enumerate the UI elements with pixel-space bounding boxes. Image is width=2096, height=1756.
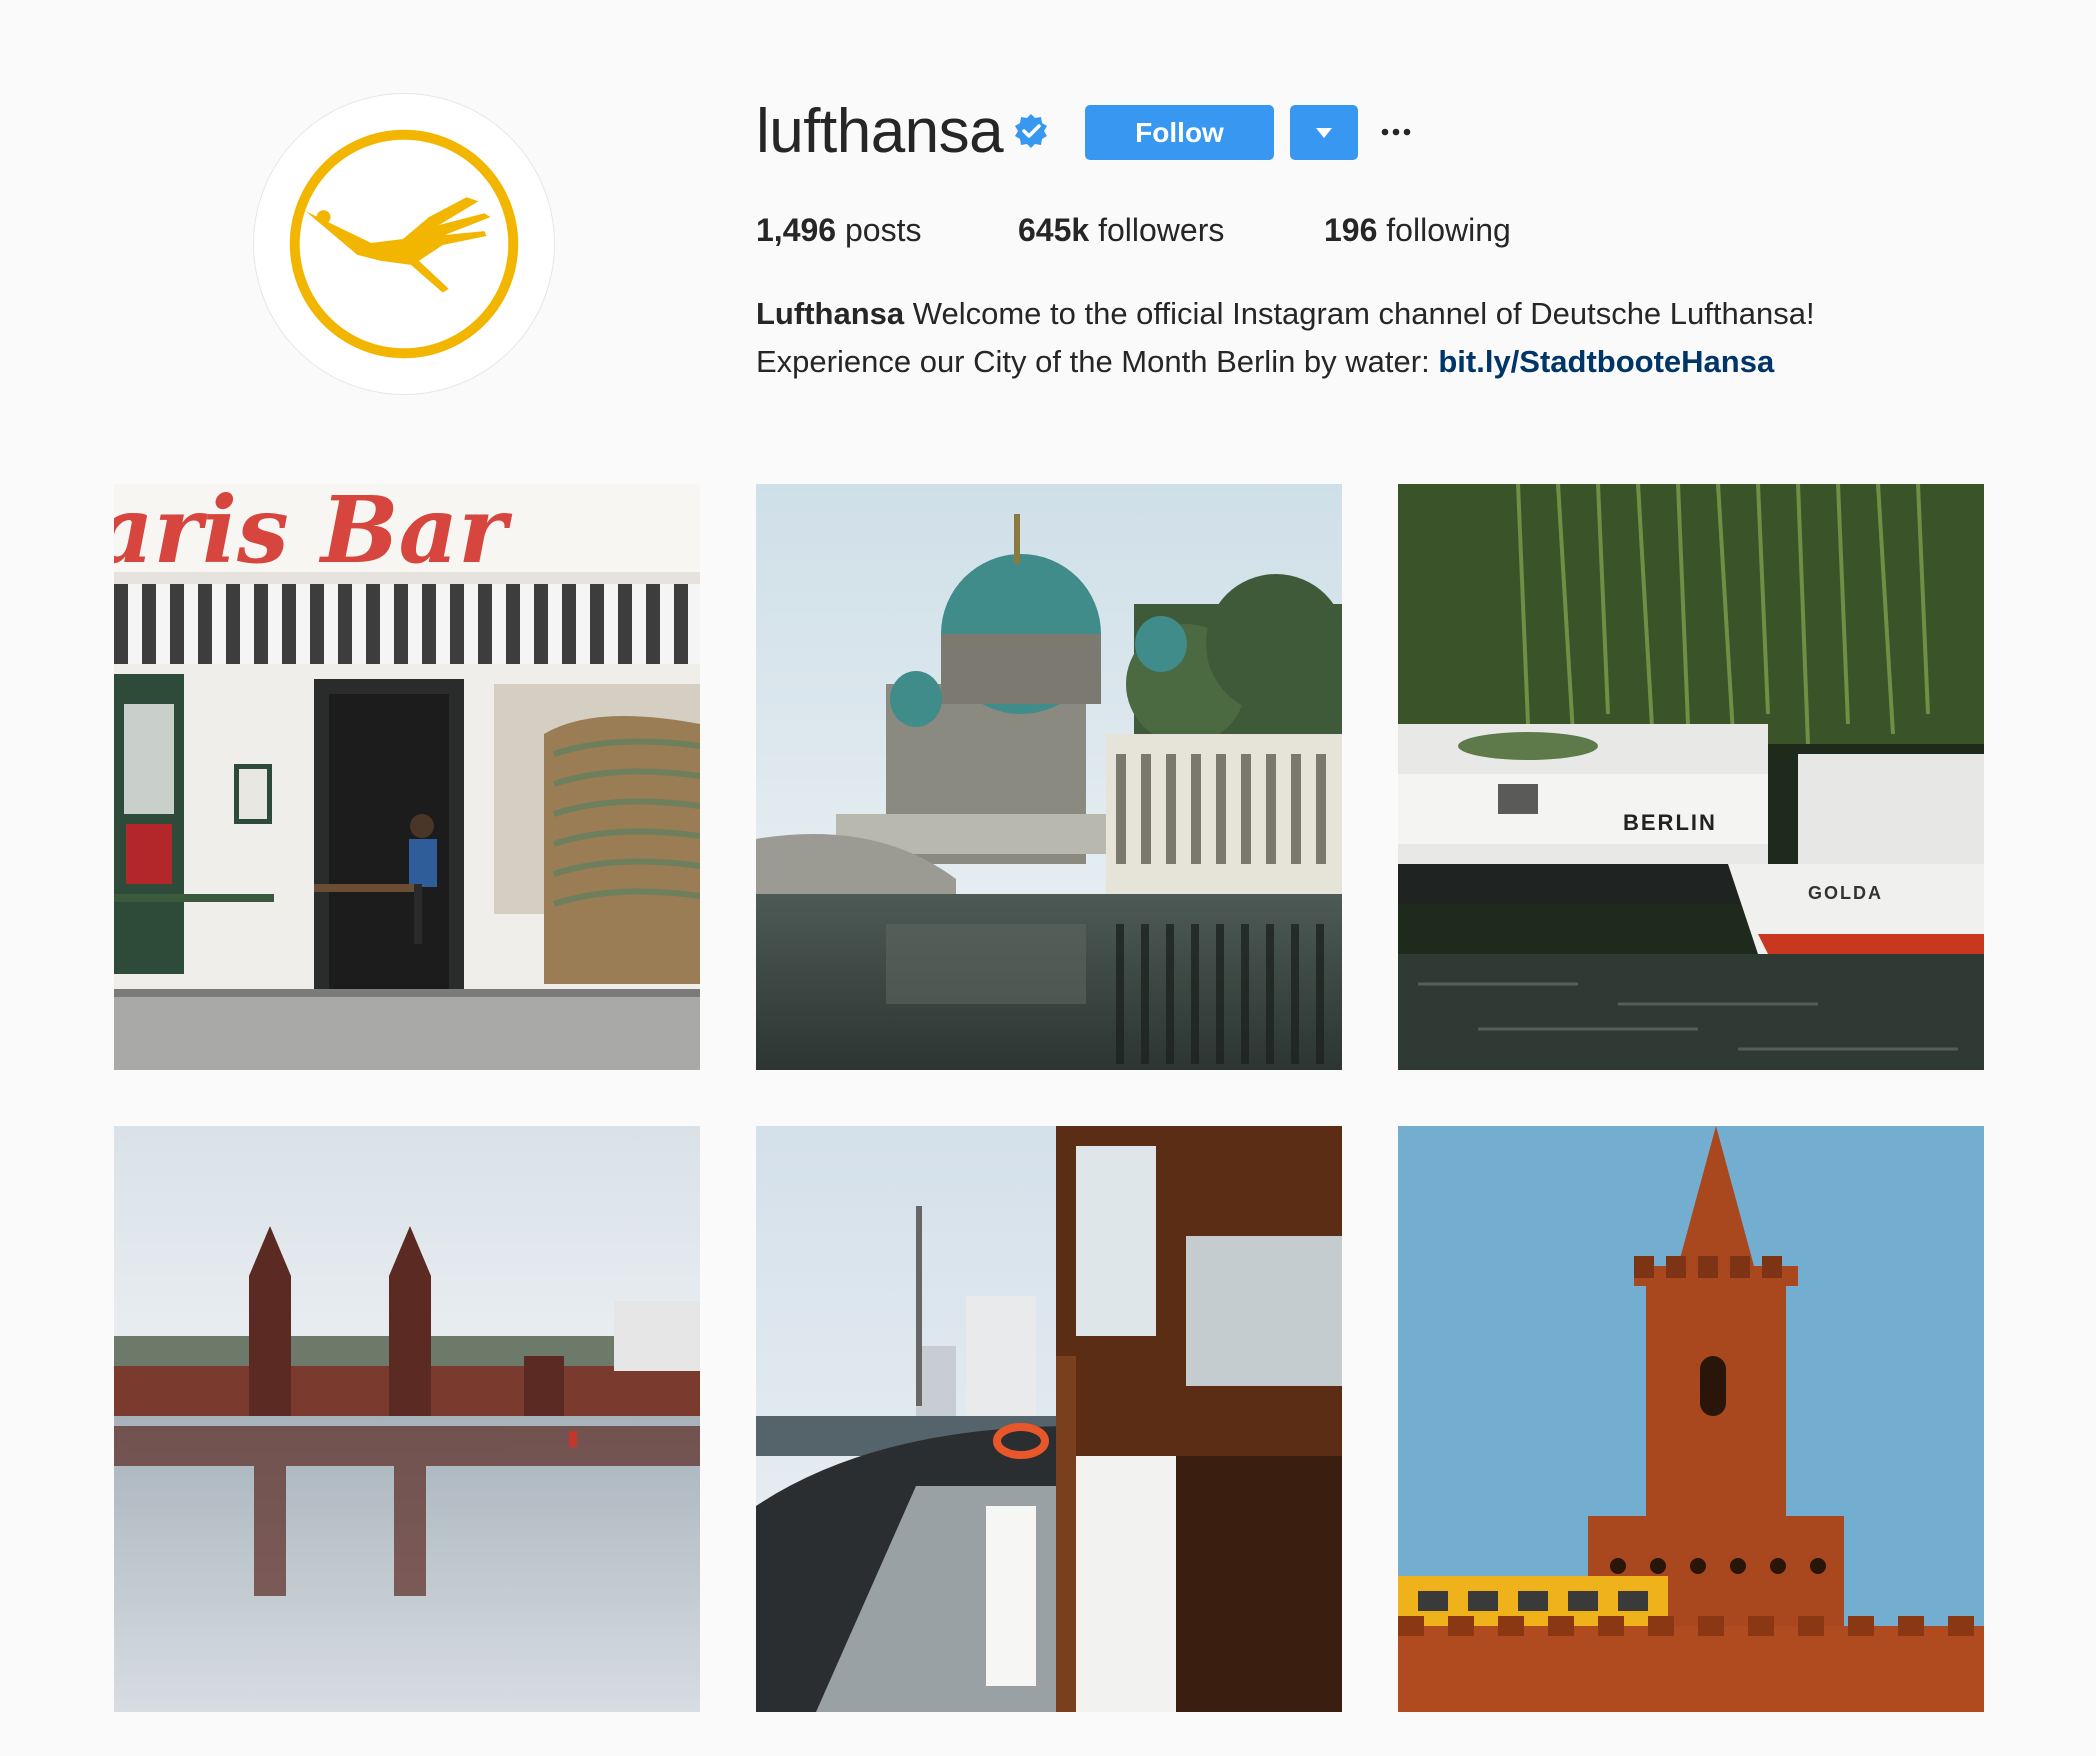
following-count-value: 196 <box>1324 212 1378 248</box>
lufthansa-crane-logo-icon <box>289 129 519 359</box>
profile-username: lufthansa <box>756 97 1004 166</box>
bio-line-2: Experience our City of the Month Berlin … <box>756 338 1815 386</box>
post-thumbnail-4[interactable] <box>114 1126 700 1712</box>
oberbaum-bridge-photo <box>114 1126 700 1712</box>
bio-link[interactable]: bit.ly/StadtbooteHansa <box>1438 344 1774 379</box>
posts-count-label: posts <box>844 212 922 248</box>
berlin-cathedral-photo <box>756 484 1342 1070</box>
post-thumbnail-2[interactable] <box>756 484 1342 1070</box>
suggested-dropdown-button[interactable] <box>1290 105 1358 160</box>
following-count[interactable]: 196 following <box>1324 208 1511 252</box>
paris-bar-photo: aris Bar <box>114 484 700 1070</box>
post-thumbnail-3[interactable]: BERLIN GOLDA <box>1398 484 1984 1070</box>
boat-deck-photo <box>756 1126 1342 1712</box>
bio-text-1: Welcome to the official Instagram channe… <box>912 296 1815 331</box>
profile-bio: Lufthansa Welcome to the official Instag… <box>756 290 1815 386</box>
bio-text-2: Experience our City of the Month Berlin … <box>756 344 1430 379</box>
followers-count[interactable]: 645k followers <box>1018 208 1224 252</box>
post-thumbnail-1[interactable]: aris Bar <box>114 484 700 1070</box>
ellipsis-icon[interactable] <box>1381 124 1411 140</box>
bio-full-name: Lufthansa <box>756 296 905 331</box>
followers-count-value: 645k <box>1018 212 1090 248</box>
berlin-boats-photo: BERLIN GOLDA <box>1398 484 1984 1070</box>
oberbaum-tower-photo <box>1398 1126 1984 1712</box>
posts-count-value: 1,496 <box>756 212 837 248</box>
following-count-label: following <box>1386 212 1511 248</box>
bio-line-1: Lufthansa Welcome to the official Instag… <box>756 290 1815 338</box>
boat-name-golda: GOLDA <box>1808 883 1883 903</box>
post-thumbnail-6[interactable] <box>1398 1126 1984 1712</box>
verified-badge-icon <box>1015 114 1047 148</box>
follow-button[interactable]: Follow <box>1085 105 1274 160</box>
boat-name-berlin: BERLIN <box>1623 810 1717 835</box>
posts-count: 1,496 posts <box>756 208 921 252</box>
caret-down-icon <box>1316 128 1332 138</box>
followers-count-label: followers <box>1098 212 1225 248</box>
post-thumbnail-5[interactable] <box>756 1126 1342 1712</box>
paris-bar-sign: aris Bar <box>114 484 513 584</box>
profile-avatar[interactable] <box>253 93 555 395</box>
